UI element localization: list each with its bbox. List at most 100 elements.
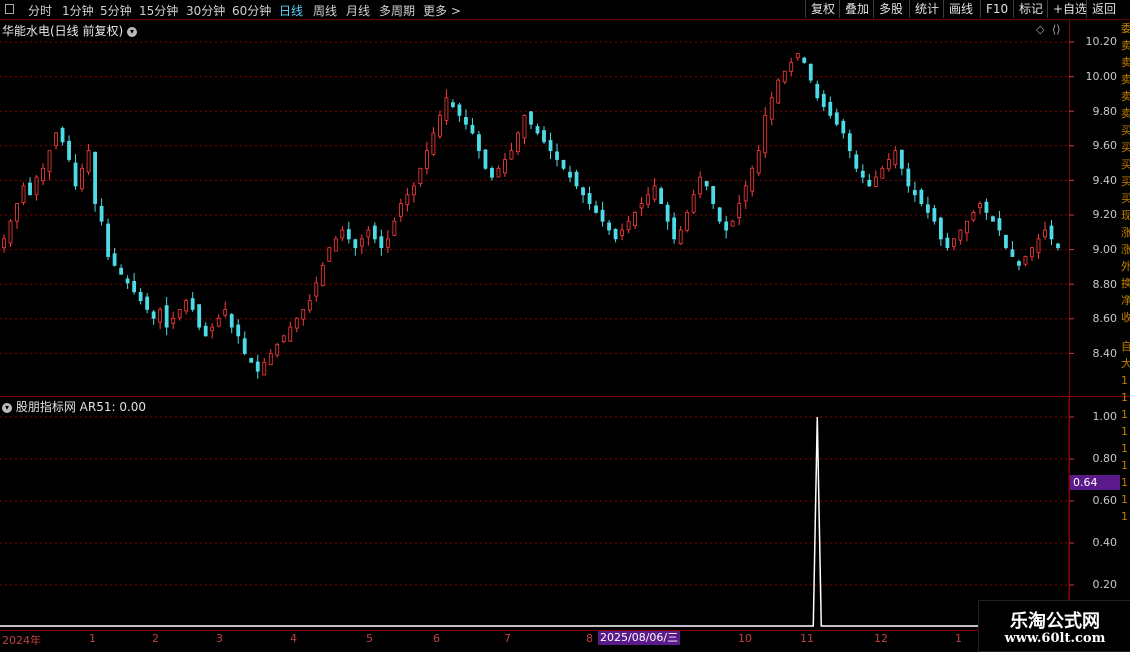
indicator-title[interactable]: ▾ 股朋指标网 AR51: 0.00 — [2, 398, 146, 415]
candle-body — [346, 229, 351, 240]
price-tick: 10.00 — [1085, 70, 1118, 83]
indicator-tick: 1.00 — [1092, 410, 1118, 423]
candle-body — [197, 304, 202, 328]
candle-body — [600, 209, 605, 222]
date-label: 5 — [366, 632, 373, 645]
candle-body — [307, 300, 312, 311]
candle-body — [99, 205, 104, 222]
candle-body — [28, 182, 32, 196]
candle-body — [444, 97, 449, 121]
candle-body — [971, 212, 976, 221]
candle-body — [938, 217, 943, 240]
side-text: 1 — [1121, 493, 1128, 506]
side-text: 买 — [1121, 158, 1130, 171]
candle-body — [1023, 256, 1028, 265]
candle-body — [496, 167, 501, 178]
candle-body — [451, 102, 455, 107]
candle-body — [626, 220, 631, 231]
side-text: 买 — [1121, 141, 1130, 154]
candle-body — [255, 361, 260, 372]
candle-body — [1036, 238, 1041, 254]
side-text: 大 — [1121, 357, 1130, 370]
candle-body — [815, 83, 820, 99]
candle-body — [873, 176, 878, 187]
candle-body — [535, 126, 540, 134]
side-text: 买 — [1121, 124, 1130, 137]
candle-body — [620, 229, 624, 236]
candle-body — [242, 338, 247, 354]
candle-body — [841, 120, 846, 134]
side-text: 涨 — [1121, 226, 1130, 239]
side-text: 外 — [1121, 260, 1130, 273]
ar51-signal-line — [0, 416, 1069, 627]
candle-body — [607, 222, 611, 231]
candle-body — [789, 62, 794, 72]
candle-body — [952, 238, 956, 247]
price-tick: 9.20 — [1092, 208, 1118, 221]
candle-body — [112, 253, 117, 266]
candle-body — [8, 220, 13, 244]
candle-body — [411, 185, 416, 196]
candle-body — [678, 229, 683, 245]
kline-chart[interactable] — [0, 0, 1130, 650]
candle-body — [425, 150, 429, 170]
date-label: 2024年 — [2, 634, 41, 647]
date-label: 10 — [738, 632, 752, 645]
candle-body — [581, 187, 585, 196]
candle-body — [594, 205, 598, 213]
date-label: 2 — [152, 632, 159, 645]
candle-body — [724, 221, 729, 231]
candle-body — [294, 317, 299, 329]
candle-body — [385, 238, 390, 248]
candle-body — [867, 179, 872, 187]
candle-body — [190, 298, 195, 310]
candle-body — [359, 238, 364, 247]
date-label: 3 — [216, 632, 223, 645]
candle-body — [821, 93, 826, 107]
date-label: 11 — [800, 632, 814, 645]
date-label: 7 — [504, 632, 511, 645]
candle-body — [41, 167, 45, 182]
chevron-down-icon[interactable]: ▾ — [2, 402, 12, 413]
candle-body — [763, 114, 768, 154]
candle-body — [893, 150, 898, 165]
candle-body — [353, 239, 358, 249]
candle-body — [834, 112, 839, 125]
candle-body — [912, 189, 917, 196]
candle-body — [15, 203, 19, 222]
candle-body — [776, 79, 781, 104]
candle-body — [750, 167, 755, 192]
candle-body — [418, 167, 423, 185]
candle-body — [847, 133, 852, 152]
candle-body — [665, 204, 670, 222]
candle-body — [1056, 243, 1060, 249]
candle-body — [132, 281, 137, 293]
side-text: 卖 — [1121, 39, 1130, 52]
price-tick: 8.60 — [1092, 312, 1118, 325]
candle-body — [405, 194, 410, 206]
candle-body — [119, 267, 124, 275]
candle-body — [392, 220, 397, 236]
watermark-url: www.60lt.com — [1004, 631, 1106, 646]
candle-body — [945, 237, 950, 249]
candle-body — [568, 171, 572, 178]
side-text: 委 — [1121, 22, 1130, 35]
date-label: 4 — [290, 632, 297, 645]
date-label: 6 — [433, 632, 440, 645]
side-text: 1 — [1121, 408, 1128, 421]
candle-body — [21, 185, 26, 204]
candle-body — [587, 193, 592, 204]
candle-body — [782, 70, 787, 83]
candle-body — [548, 140, 553, 152]
quote-panel-strip: 委 卖 卖 卖 卖 卖 买 买 买 买 买 现 涨 涨 外 换 净 收 自 大 … — [1121, 20, 1130, 630]
side-text: 卖 — [1121, 90, 1130, 103]
candle-body — [477, 134, 481, 152]
candle-body — [808, 63, 813, 81]
side-text: 1 — [1121, 459, 1128, 472]
candle-body — [333, 238, 338, 252]
price-tick: 10.20 — [1085, 35, 1118, 48]
candle-body — [991, 216, 995, 222]
candle-body — [93, 151, 97, 204]
candle-body — [854, 154, 859, 169]
candle-body — [646, 194, 651, 205]
